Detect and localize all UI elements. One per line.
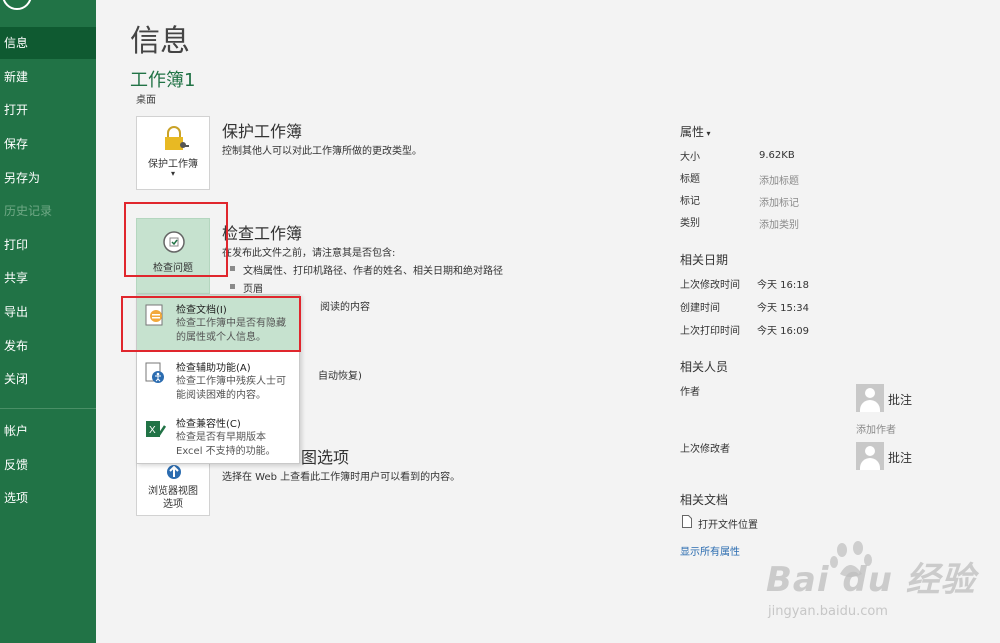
prop-value-category[interactable]: 添加类别 — [759, 216, 799, 231]
author-avatar — [856, 384, 884, 412]
back-button[interactable] — [0, 0, 34, 14]
browser-title-tail: 图选项 — [301, 448, 350, 467]
highlight-box-inspect-document — [121, 296, 301, 352]
sidebar-item-save-as[interactable]: 另存为 — [0, 162, 96, 194]
author-name: 批注 — [888, 393, 913, 407]
protect-desc: 控制其他人可以对此工作簿所做的更改类型。 — [222, 146, 422, 157]
menu-item-desc: 检查工作簿中残疾人士可能阅读困难的内容。 — [176, 376, 286, 401]
backstage-sidebar: 信息 新建 打开 保存 另存为 历史记录 打印 共享 导出 发布 关闭 帐户 反… — [0, 0, 96, 643]
sidebar-item-export[interactable]: 导出 — [0, 296, 96, 328]
highlight-box-check-issues — [124, 202, 228, 277]
prop-label-tags: 标记 — [680, 196, 700, 207]
menu-item-check-compatibility[interactable]: X 检查兼容性(C) 检查是否有早期版本 Excel 不支持的功能。 — [137, 409, 299, 464]
inspect-intro: 在发布此文件之前，请注意其是否包含: — [222, 248, 396, 259]
related-people-header: 相关人员 — [680, 360, 729, 374]
browser-desc: 选择在 Web 上查看此工作簿时用户可以看到的内容。 — [222, 472, 461, 483]
sidebar-item-history: 历史记录 — [4, 204, 53, 218]
inspect-bullet-2: 页眉 — [230, 280, 263, 295]
sidebar-divider — [0, 408, 96, 409]
sidebar-item-info[interactable]: 信息 — [0, 27, 96, 59]
properties-header[interactable]: 属性 ▾ — [680, 123, 711, 140]
browser-view-icon — [167, 465, 181, 479]
protect-workbook-button[interactable]: 保护工作簿 ▾ — [136, 116, 210, 190]
sidebar-item-share[interactable]: 共享 — [0, 262, 96, 294]
date-value-created: 今天 15:34 — [757, 303, 809, 314]
date-value-modified: 今天 16:18 — [757, 280, 809, 291]
dropdown-arrow-icon: ▾ — [170, 169, 175, 178]
prop-value-title[interactable]: 添加标题 — [759, 172, 799, 187]
last-modified-by-avatar — [856, 442, 884, 470]
related-dates-header: 相关日期 — [680, 253, 729, 267]
inspect-title: 检查工作簿 — [222, 224, 303, 243]
date-value-printed: 今天 16:09 — [757, 326, 809, 337]
sidebar-item-print[interactable]: 打印 — [0, 229, 96, 261]
open-file-location-link[interactable]: 打开文件位置 — [682, 515, 802, 531]
sidebar-item-publish[interactable]: 发布 — [0, 330, 96, 362]
prop-value-size: 9.62KB — [759, 150, 795, 161]
last-modified-by-label: 上次修改者 — [680, 444, 730, 455]
add-author-link[interactable]: 添加作者 — [856, 421, 896, 436]
menu-item-title: 检查兼容性(C) — [176, 419, 241, 430]
protect-title: 保护工作簿 — [222, 122, 303, 141]
compatibility-icon: X — [146, 421, 166, 438]
sidebar-item-close[interactable]: 关闭 — [0, 363, 96, 395]
svg-text:X: X — [149, 425, 156, 436]
inspect-bullet-3: 阅读的内容 — [320, 302, 370, 313]
prop-label-size: 大小 — [680, 152, 700, 163]
date-label-printed: 上次打印时间 — [680, 326, 740, 337]
menu-item-desc: 检查是否有早期版本 Excel 不支持的功能。 — [176, 432, 276, 457]
sidebar-item-options[interactable]: 选项 — [0, 482, 96, 514]
date-label-created: 创建时间 — [680, 303, 720, 314]
last-modified-by-name: 批注 — [888, 451, 913, 465]
prop-label-title: 标题 — [680, 174, 700, 185]
prop-value-tags[interactable]: 添加标记 — [759, 194, 799, 209]
back-arrow-icon — [2, 0, 32, 10]
manage-desc-tail: 自动恢复) — [318, 371, 362, 382]
sidebar-item-feedback[interactable]: 反馈 — [0, 449, 96, 481]
page-title: 信息 — [130, 24, 190, 59]
sidebar-item-open[interactable]: 打开 — [0, 94, 96, 126]
file-icon — [682, 515, 692, 528]
watermark-main-text: Bai du 经验 — [766, 560, 976, 600]
workbook-name: 工作簿1 — [130, 70, 196, 91]
workbook-location: 桌面 — [136, 95, 156, 106]
protect-workbook-label: 保护工作簿 — [148, 159, 198, 170]
browser-view-options-button[interactable]: 浏览器视图 选项 — [136, 462, 210, 516]
lock-key-icon — [165, 126, 189, 150]
show-all-properties-link[interactable]: 显示所有属性 — [680, 543, 740, 558]
date-label-modified: 上次修改时间 — [680, 280, 740, 291]
menu-item-check-accessibility[interactable]: 检查辅助功能(A) 检查工作簿中残疾人士可能阅读困难的内容。 — [137, 353, 299, 408]
sidebar-item-account[interactable]: 帐户 — [0, 415, 96, 447]
baidu-watermark: Bai du 经验 jingyan.baidu.com — [766, 540, 986, 630]
browser-view-label-2: 选项 — [163, 499, 183, 510]
author-label: 作者 — [680, 387, 700, 398]
sidebar-item-save[interactable]: 保存 — [0, 128, 96, 160]
chevron-down-icon: ▾ — [704, 129, 711, 138]
info-page: 信息 工作簿1 桌面 保护工作簿 ▾ 保护工作簿 控制其他人可以对此工作簿所做的… — [96, 0, 1000, 643]
inspect-bullet-1: 文档属性、打印机路径、作者的姓名、相关日期和绝对路径 — [230, 262, 503, 277]
sidebar-item-new[interactable]: 新建 — [0, 61, 96, 93]
open-file-location-label: 打开文件位置 — [698, 520, 758, 531]
watermark-sub-text: jingyan.baidu.com — [768, 604, 888, 619]
properties-header-label: 属性 — [680, 125, 705, 139]
related-documents-header: 相关文档 — [680, 493, 729, 507]
prop-label-category: 类别 — [680, 218, 700, 229]
menu-item-title: 检查辅助功能(A) — [176, 363, 251, 374]
accessibility-icon — [145, 362, 164, 383]
